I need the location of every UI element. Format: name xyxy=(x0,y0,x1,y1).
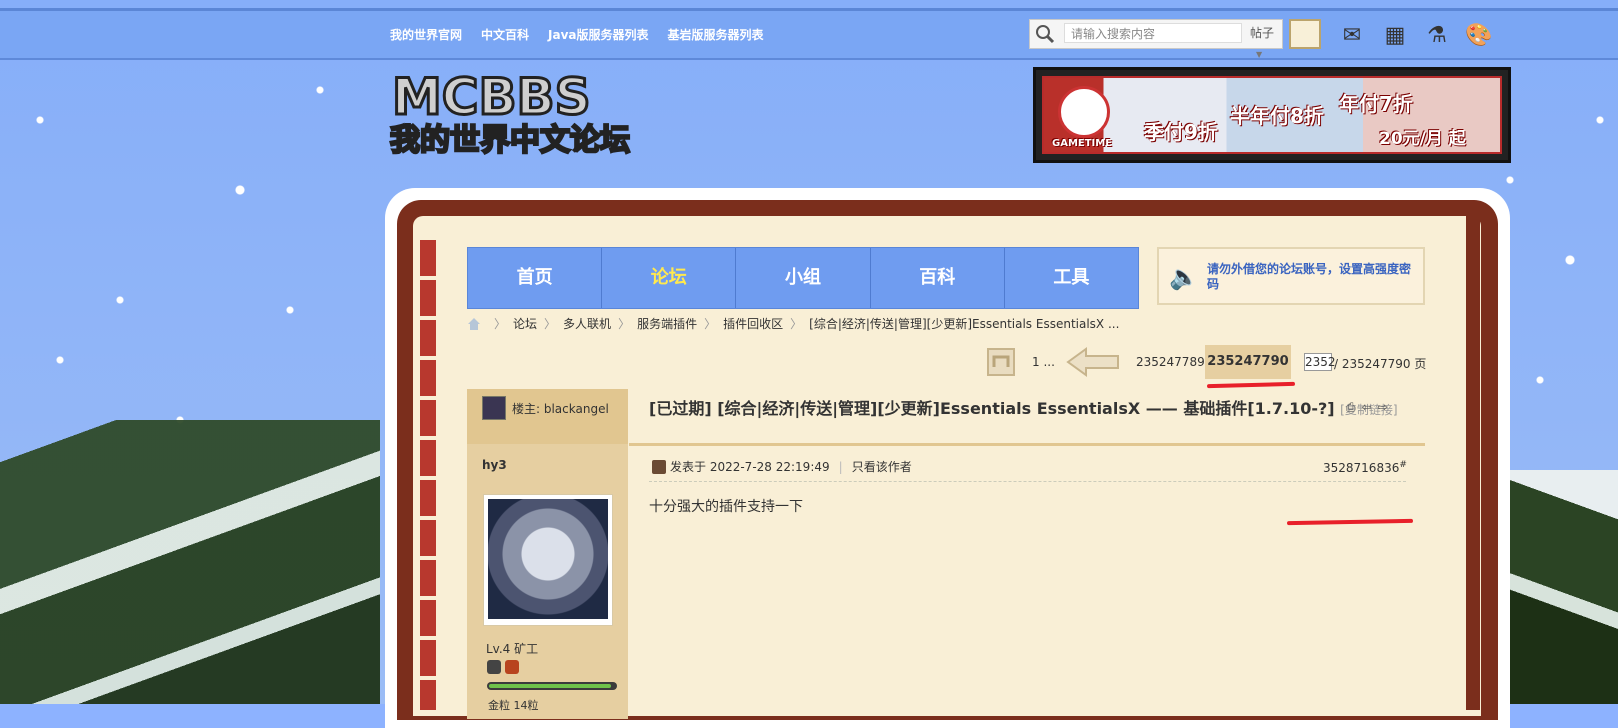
main-nav: 首页 论坛 小组 百科 工具 xyxy=(467,247,1139,309)
page-total: / 235247790 页 xyxy=(1334,357,1427,371)
breadcrumb-plugin-recycle[interactable]: 插件回收区 xyxy=(723,315,783,332)
floor-number: 3528716836 xyxy=(1323,461,1400,475)
palette-icon[interactable]: 🎨 xyxy=(1463,22,1495,50)
meta-separator: | xyxy=(838,459,843,474)
user-level: Lv.4 矿工 xyxy=(486,642,539,656)
next-thread-icon[interactable]: ⇨ xyxy=(1378,400,1388,415)
op-avatar xyxy=(482,396,506,420)
logo-text-mcbbs: MCBBS xyxy=(392,70,591,126)
pager: 1 ... 235247789 235247790 2352 / 2352477… xyxy=(0,345,1618,389)
avatar-image xyxy=(488,499,608,619)
search-scope-label: 帖子 xyxy=(1250,26,1275,40)
coins: 金粒 14粒 xyxy=(488,699,539,712)
tab-wiki[interactable]: 百科 xyxy=(870,248,1005,308)
ad-offer-half-year: 半年付8折 xyxy=(1230,104,1324,128)
thread-title: [已过期] [综合|经济|传送|管理][少更新]Essentials Essen… xyxy=(649,398,1409,421)
alarm-clock-icon xyxy=(1058,86,1110,138)
search-bar: 请输入搜索内容 帖子 ▼ xyxy=(1029,19,1283,59)
page-first[interactable]: 1 ... xyxy=(1032,355,1055,369)
return-icon[interactable] xyxy=(984,345,1020,379)
breadcrumb-thread[interactable]: [综合|经济|传送|管理][少更新]Essentials EssentialsX… xyxy=(809,315,1119,332)
minecart-medal-icon[interactable] xyxy=(487,660,501,674)
only-author-link[interactable]: 只看该作者 xyxy=(852,458,912,475)
avatar[interactable] xyxy=(483,494,613,626)
op-label: 楼主: blackangel xyxy=(512,401,609,416)
tab-home[interactable]: 首页 xyxy=(468,248,603,308)
xp-bar-fill xyxy=(489,684,611,688)
search-icon[interactable] xyxy=(1034,23,1056,45)
breadcrumb-multiplayer[interactable]: 多人联机 xyxy=(563,315,611,332)
top-bar: 我的世界官网 中文百科 Java版服务器列表 基岩版服务器列表 请输入搜索内容 … xyxy=(0,8,1618,60)
thread-tools: ⎙ ⇦ ⇨ xyxy=(1346,400,1388,415)
site-logo[interactable]: MCBBS 我的世界中文论坛 xyxy=(388,70,650,160)
tab-groups[interactable]: 小组 xyxy=(736,248,871,308)
speaker-icon: 🔈 xyxy=(1169,263,1199,291)
ad-brand: GAMETIME xyxy=(1052,138,1113,149)
top-link-official[interactable]: 我的世界官网 xyxy=(390,26,462,43)
breadcrumb-separator: 〉 xyxy=(544,317,557,331)
prev-thread-icon[interactable]: ⇦ xyxy=(1362,400,1372,415)
chest-medal-icon[interactable] xyxy=(505,660,519,674)
potion-icon[interactable]: ⚗ xyxy=(1421,22,1453,50)
logo-text-cn: 我的世界中文论坛 xyxy=(390,123,630,158)
breadcrumb-server-plugins[interactable]: 服务端插件 xyxy=(637,315,697,332)
page-jump-input[interactable]: 2352 xyxy=(1304,353,1336,371)
post-meta: 发表于 2022-7-28 22:19:49 | 只看该作者 xyxy=(652,458,912,475)
chevron-down-icon: ▼ xyxy=(1256,50,1263,59)
page-prev[interactable]: 235247789 xyxy=(1136,355,1205,369)
ad-offer-yearly: 年付7折 xyxy=(1339,92,1413,116)
book-spine xyxy=(420,240,440,710)
prev-page-arrow-icon[interactable] xyxy=(1066,345,1122,379)
envelope-icon[interactable]: ✉ xyxy=(1336,22,1368,50)
breadcrumb-separator: 〉 xyxy=(618,317,631,331)
tab-forum[interactable]: 论坛 xyxy=(602,248,737,308)
breadcrumb-separator: 〉 xyxy=(704,317,717,331)
background-trees-left xyxy=(0,420,380,704)
top-link-wiki[interactable]: 中文百科 xyxy=(481,26,529,43)
post-date: 发表于 2022-7-28 22:19:49 xyxy=(670,460,830,474)
user-face-icon xyxy=(652,459,666,474)
page-current: 235247790 xyxy=(1205,345,1291,379)
ad-banner-art: GAMETIME 季付9折 半年付8折 年付7折 20元/月 起 xyxy=(1042,76,1502,154)
ad-banner[interactable]: GAMETIME 季付9折 半年付8折 年付7折 20元/月 起 xyxy=(1033,67,1511,163)
post-meta-divider xyxy=(649,481,1406,482)
breadcrumb: 〉 论坛 〉 多人联机 〉 服务端插件 〉 插件回收区 〉 [综合|经济|传送|… xyxy=(467,315,1119,332)
tab-tools[interactable]: 工具 xyxy=(1004,248,1139,308)
top-links: 我的世界官网 中文百科 Java版服务器列表 基岩版服务器列表 xyxy=(390,26,783,43)
breadcrumb-separator: 〉 xyxy=(494,317,507,331)
notice-text: 请勿外借您的论坛账号，设置高强度密码 xyxy=(1207,262,1412,291)
medals xyxy=(487,660,519,674)
search-input[interactable]: 请输入搜索内容 xyxy=(1064,23,1242,43)
breadcrumb-forum[interactable]: 论坛 xyxy=(513,315,537,332)
post-author[interactable]: hy3 xyxy=(482,458,507,472)
ad-price: 20元/月 起 xyxy=(1379,129,1466,149)
thread-title-text: [已过期] [综合|经济|传送|管理][少更新]Essentials Essen… xyxy=(649,399,1335,418)
crafting-table-icon[interactable]: ▦ xyxy=(1379,22,1411,50)
security-notice[interactable]: 🔈 请勿外借您的论坛账号，设置高强度密码 xyxy=(1157,247,1425,305)
floor-mark: # xyxy=(1399,460,1407,470)
top-link-java-servers[interactable]: Java版服务器列表 xyxy=(548,26,648,43)
book-binding-right xyxy=(1466,210,1480,710)
post-content: 十分强大的插件支持一下 xyxy=(649,499,803,515)
top-link-bedrock-servers[interactable]: 基岩版服务器列表 xyxy=(668,26,764,43)
thread-op[interactable]: 楼主: blackangel xyxy=(482,396,609,420)
print-icon[interactable]: ⎙ xyxy=(1346,400,1356,415)
breadcrumb-separator: 〉 xyxy=(790,317,803,331)
background-trees-right xyxy=(1508,470,1618,704)
search-scope-select[interactable]: 帖子 ▼ xyxy=(1250,23,1280,65)
search-submit-button[interactable] xyxy=(1289,19,1321,49)
xp-bar xyxy=(487,682,617,690)
post-floor[interactable]: 3528716836# xyxy=(1323,460,1407,475)
title-divider xyxy=(629,443,1425,446)
ad-offer-quarterly: 季付9折 xyxy=(1144,120,1218,144)
home-icon[interactable] xyxy=(467,317,481,331)
